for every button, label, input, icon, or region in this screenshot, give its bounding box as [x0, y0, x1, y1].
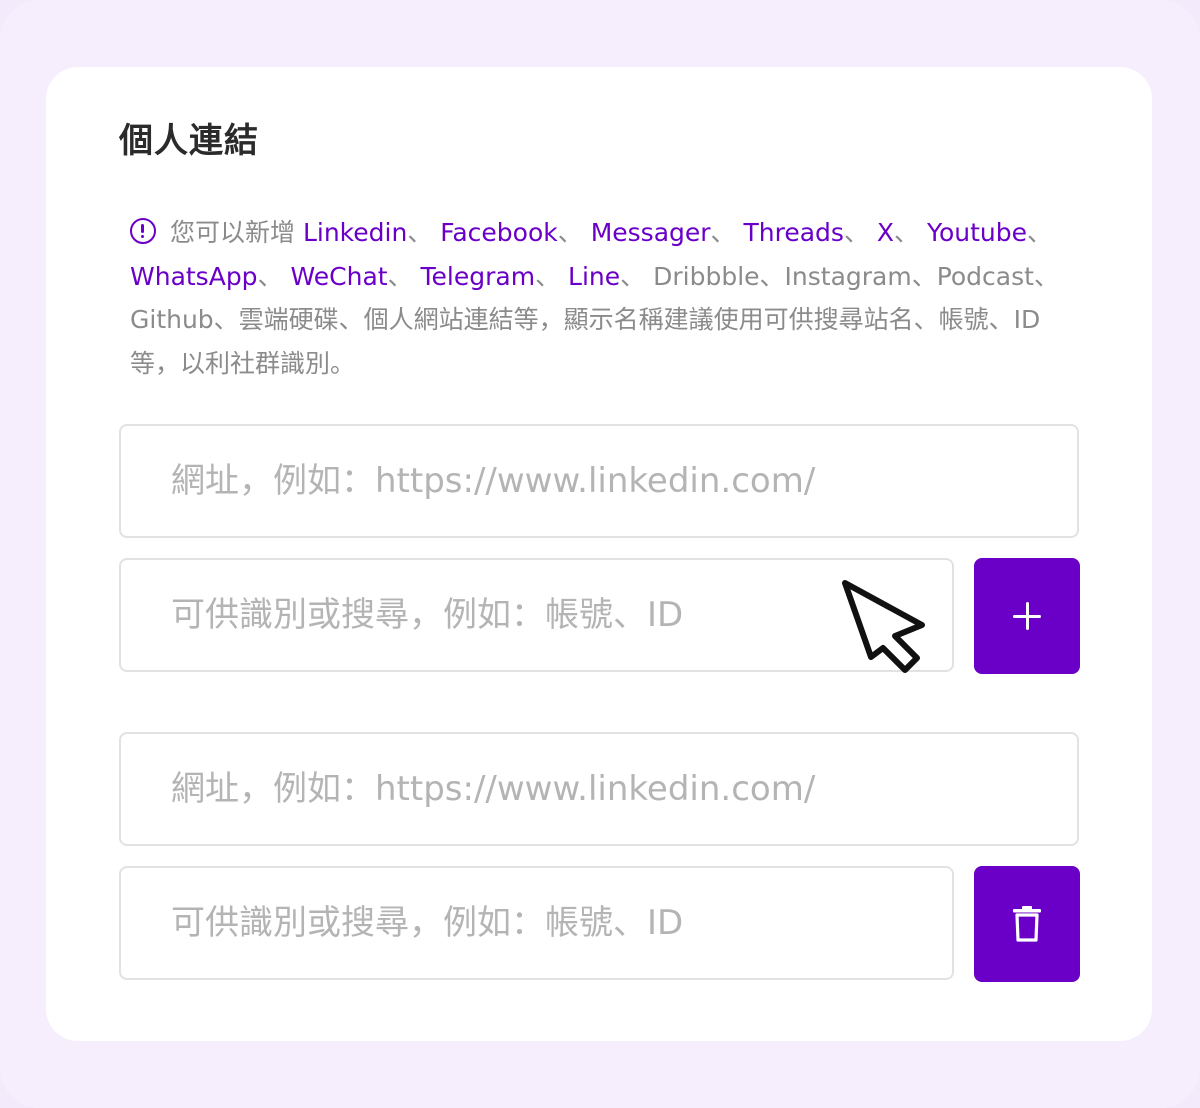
hint-link-line: Line — [568, 261, 621, 291]
hint-link-telegram: Telegram — [420, 261, 536, 291]
url-input[interactable] — [171, 426, 1077, 536]
hint-link-whatsapp: WhatsApp — [130, 261, 258, 291]
url-input[interactable] — [171, 734, 1077, 844]
hint-link-linkedin: Linkedin — [302, 218, 408, 247]
section-title: 個人連結 — [119, 121, 259, 161]
hint-link-facebook: Facebook — [440, 218, 558, 247]
display-name-input[interactable] — [171, 868, 952, 978]
display-name-field[interactable] — [119, 558, 954, 672]
plus-icon — [1013, 602, 1041, 630]
hint-link-youtube: Youtube — [927, 218, 1027, 247]
hint-link-threads: Threads — [743, 218, 844, 247]
hint-link-messager: Messager — [590, 218, 711, 247]
delete-link-button[interactable] — [974, 866, 1080, 982]
url-field[interactable] — [119, 732, 1079, 846]
add-link-button[interactable] — [974, 558, 1080, 674]
mouse-cursor-icon — [842, 580, 925, 673]
info-circle-icon — [130, 218, 156, 244]
hint-link-x: X — [876, 218, 895, 247]
hint-text: 您可以新增 Linkedin、 Facebook、 Messager、 Thre… — [130, 218, 1059, 378]
personal-links-card: 個人連結 您可以新增 Linkedin、 Facebook、 Messager、… — [46, 67, 1152, 1041]
url-field[interactable] — [119, 424, 1079, 538]
hint-prefix: 您可以新增 — [170, 218, 303, 247]
hint-link-wechat: WeChat — [290, 261, 388, 291]
trash-icon — [1013, 906, 1041, 942]
page-background: 個人連結 您可以新增 Linkedin、 Facebook、 Messager、… — [0, 0, 1200, 1108]
display-name-field[interactable] — [119, 866, 954, 980]
